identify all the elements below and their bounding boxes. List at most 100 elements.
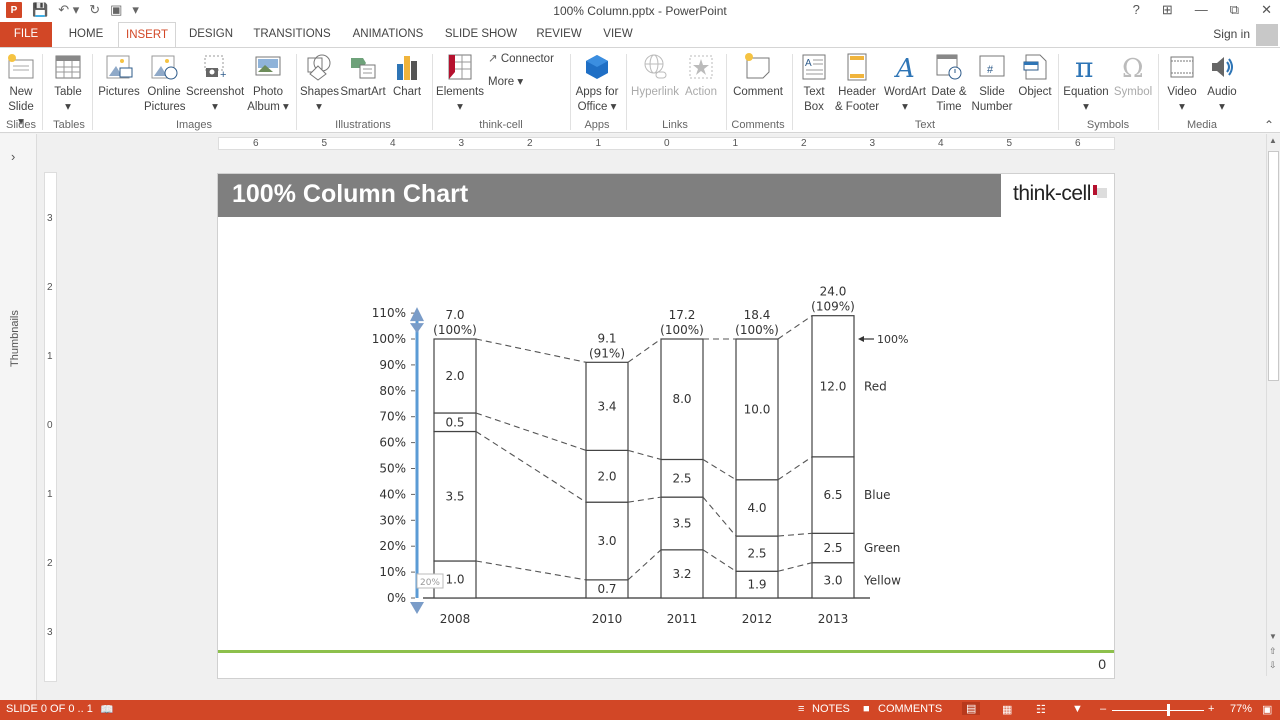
think-cell-elements-button[interactable]: Elements ▾ (436, 52, 484, 115)
ruler-number: 3 (47, 627, 53, 638)
tab-review[interactable]: REVIEW (532, 22, 586, 47)
screenshot-button[interactable]: + Screenshot ▾ (186, 52, 244, 115)
ruler-number: 2 (47, 282, 53, 293)
notes-button[interactable]: NOTES (812, 703, 850, 715)
scrollbar-thumb[interactable] (1268, 151, 1279, 381)
column-chart[interactable]: 0% 10% 20% 30% 40% 50% 60% 70% 80% 90% 100% 110% 1.0… (218, 174, 1116, 650)
scroll-up-icon[interactable]: ▲ (1269, 136, 1277, 145)
legend-label-yellow: Yellow (863, 573, 901, 587)
photo-album-button[interactable]: Photo Album ▾ (246, 52, 290, 115)
online-pictures-button[interactable]: Online Pictures (144, 52, 186, 115)
action-button[interactable]: Action (682, 52, 720, 100)
reading-view-icon[interactable]: ☷ (1036, 703, 1046, 716)
series-connector-line (627, 549, 662, 581)
zoom-level[interactable]: 77% (1230, 703, 1252, 715)
apps-for-office-icon (586, 55, 608, 79)
symbol-button[interactable]: Ω Symbol (1112, 52, 1154, 100)
y-tick-label: 50% (379, 462, 406, 476)
zoom-in-icon[interactable]: + (1208, 703, 1214, 715)
tab-file[interactable]: FILE (0, 22, 52, 47)
action-star-icon (689, 55, 713, 79)
think-cell-more-button[interactable]: More ▾ (488, 75, 538, 90)
minimize-icon[interactable]: — (1195, 2, 1208, 18)
expand-thumbnails-icon[interactable]: › (11, 149, 15, 164)
help-icon[interactable]: ? (1133, 2, 1140, 18)
text-box-button[interactable]: A Text Box (798, 52, 830, 115)
comment-button[interactable]: Comment (730, 52, 786, 100)
y-tick-label: 30% (379, 513, 406, 527)
powerpoint-logo-icon: P (6, 2, 22, 18)
slide-sorter-icon[interactable]: ▦ (1002, 703, 1012, 716)
wordart-button[interactable]: A WordArt ▾ (882, 52, 928, 115)
tab-slide-show[interactable]: SLIDE SHOW (442, 22, 520, 47)
header-footer-button[interactable]: Header & Footer (834, 52, 880, 115)
close-icon[interactable]: ✕ (1261, 2, 1272, 18)
column-total-percent-label: (100%) (433, 323, 477, 337)
fit-slide-icon[interactable]: ▣ (1262, 703, 1272, 716)
tab-design[interactable]: DESIGN (184, 22, 238, 47)
slide-show-icon[interactable]: ▼ (1072, 703, 1083, 715)
user-avatar-icon[interactable] (1256, 24, 1278, 46)
notes-icon[interactable]: ≡ (798, 703, 804, 715)
legend-label-blue: Blue (864, 488, 891, 502)
present-icon[interactable]: ▣ (110, 2, 122, 18)
segment-label: 1.9 (747, 578, 766, 592)
collapse-ribbon-icon[interactable]: ⌃ (1264, 118, 1274, 132)
date-time-button[interactable]: Date & Time (930, 52, 968, 115)
legend-label-red: Red (864, 379, 887, 393)
comments-button[interactable]: COMMENTS (878, 703, 942, 715)
tab-insert[interactable]: INSERT (118, 22, 176, 48)
previous-slide-icon[interactable]: ⇧ (1269, 646, 1277, 657)
tab-transitions[interactable]: TRANSITIONS (250, 22, 334, 47)
group-label-think-cell: think-cell (479, 119, 523, 131)
svg-text:π: π (1075, 52, 1093, 82)
hyperlink-button[interactable]: Hyperlink (630, 52, 680, 100)
object-button[interactable]: Object (1016, 52, 1054, 100)
apps-for-office-button[interactable]: Apps for Office ▾ (574, 52, 620, 115)
chart-button[interactable]: Chart (390, 52, 424, 100)
think-cell-connector-button[interactable]: ↗ Connector (488, 52, 564, 67)
slide-canvas[interactable]: 100% Column Chart think-cell 0% 10% 20% 30%… (217, 173, 1115, 679)
shapes-button[interactable]: Shapes ▾ (300, 52, 339, 115)
scroll-down-icon[interactable]: ▼ (1269, 632, 1277, 641)
zoom-out-icon[interactable]: – (1100, 703, 1106, 715)
ribbon-display-options-icon[interactable]: ⊞ (1162, 2, 1173, 18)
series-connector-line (777, 562, 813, 572)
equation-button[interactable]: π Equation ▾ (1062, 52, 1110, 115)
audio-button[interactable]: Audio ▾ (1204, 52, 1240, 115)
restore-icon[interactable]: ⧉ (1230, 2, 1239, 18)
series-connector-line (627, 496, 662, 503)
tab-animations[interactable]: ANIMATIONS (348, 22, 428, 47)
video-icon (1170, 56, 1194, 78)
table-button[interactable]: Table ▾ (50, 52, 86, 115)
pictures-icon (106, 55, 133, 79)
segment-label: 10.0 (744, 402, 771, 416)
vertical-scrollbar[interactable]: ▲ ▼ ⇧ ⇩ (1266, 134, 1280, 676)
tab-home[interactable]: HOME (60, 22, 112, 47)
save-icon[interactable]: 💾 (32, 2, 48, 18)
series-connector-line (777, 456, 813, 481)
reference-line-label: 100% (877, 333, 908, 346)
pictures-button[interactable]: Pictures (98, 52, 140, 100)
spell-check-icon[interactable]: 📖 (100, 703, 114, 716)
comments-icon[interactable]: ■ (863, 703, 870, 715)
category-label: 2011 (667, 612, 698, 626)
elements-icon (448, 54, 472, 80)
thumbnails-label[interactable]: Thumbnails (9, 310, 21, 367)
title-bar: P 💾 ↶ ▾ ↻ ▣ ▾ 100% Column.pptx - PowerPo… (0, 0, 1280, 22)
zoom-slider-track[interactable] (1112, 710, 1204, 711)
customize-qat-icon[interactable]: ▾ (132, 2, 139, 18)
normal-view-icon[interactable]: ▤ (962, 702, 981, 715)
photo-album-icon (255, 56, 281, 76)
tab-view[interactable]: VIEW (598, 22, 638, 47)
smartart-button[interactable]: SmartArt (340, 52, 386, 100)
slide-number-button[interactable]: # Slide Number (970, 52, 1014, 115)
y-tick-label: 0% (387, 591, 406, 605)
zoom-slider-thumb[interactable] (1166, 704, 1170, 716)
undo-icon[interactable]: ↶ ▾ (58, 2, 79, 18)
smartart-icon (351, 58, 376, 79)
video-button[interactable]: Video ▾ (1162, 52, 1202, 115)
redo-icon[interactable]: ↻ (89, 2, 100, 18)
sign-in-link[interactable]: Sign in (1213, 27, 1250, 41)
next-slide-icon[interactable]: ⇩ (1269, 660, 1277, 671)
